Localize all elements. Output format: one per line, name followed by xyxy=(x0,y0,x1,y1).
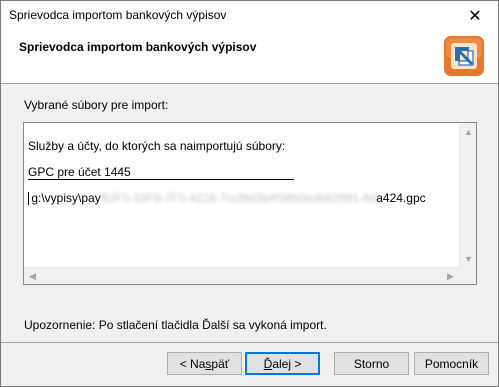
next-button[interactable]: Ďalej > xyxy=(245,352,320,375)
scroll-up-icon[interactable]: ▲ xyxy=(460,123,477,140)
scroll-right-icon[interactable]: ▶ xyxy=(442,268,459,285)
wizard-header: Sprievodca importom bankových výpisov xyxy=(1,30,498,84)
footer-divider xyxy=(1,342,498,343)
path-suffix: a424.gpc xyxy=(376,191,426,205)
redacted-filename: B3F5-33F8-7F5-4216-7ccf9d3b4f38b0edb82f8… xyxy=(100,191,377,205)
divider-line xyxy=(28,179,294,180)
horizontal-scrollbar[interactable]: ◀ ▶ xyxy=(24,267,459,284)
path-prefix: g:\vypisy\pay xyxy=(28,191,101,205)
text-caret xyxy=(28,192,29,205)
vertical-scrollbar[interactable]: ▲ ▼ xyxy=(459,123,476,267)
scrollbar-corner xyxy=(459,267,476,284)
window-title: Sprievodca importom bankových výpisov xyxy=(9,8,227,22)
textbox-line-path: g:\vypisy\payB3F5-33F8-7F5-4216-7ccf9d3b… xyxy=(28,192,458,205)
import-warning: Upozornenie: Po stlačení tlačidla Ďalší … xyxy=(24,318,327,332)
close-icon[interactable]: ✕ xyxy=(452,1,498,30)
textbox-line: Služby a účty, do ktorých sa naimportujú… xyxy=(28,139,286,153)
wizard-window: Sprievodca importom bankových výpisov ✕ … xyxy=(0,0,499,387)
help-button[interactable]: Pomocník xyxy=(414,352,489,375)
page-title: Sprievodca importom bankových výpisov xyxy=(19,40,257,54)
selected-files-label: Vybrané súbory pre import: xyxy=(24,98,169,112)
scroll-down-icon[interactable]: ▼ xyxy=(460,250,477,267)
scroll-left-icon[interactable]: ◀ xyxy=(24,268,41,285)
import-wizard-icon xyxy=(444,36,484,76)
back-button[interactable]: < Na s päť xyxy=(167,352,242,375)
title-bar: Sprievodca importom bankových výpisov ✕ xyxy=(1,1,498,30)
textbox-content: Služby a účty, do ktorých sa naimportujú… xyxy=(28,127,458,266)
textbox-line: GPC pre účet 1445 xyxy=(28,165,131,179)
cancel-button[interactable]: Storno xyxy=(334,352,409,375)
selected-files-textbox[interactable]: Služby a účty, do ktorých sa naimportujú… xyxy=(23,122,477,285)
wizard-body: Vybrané súbory pre import: Služby a účty… xyxy=(1,85,498,342)
